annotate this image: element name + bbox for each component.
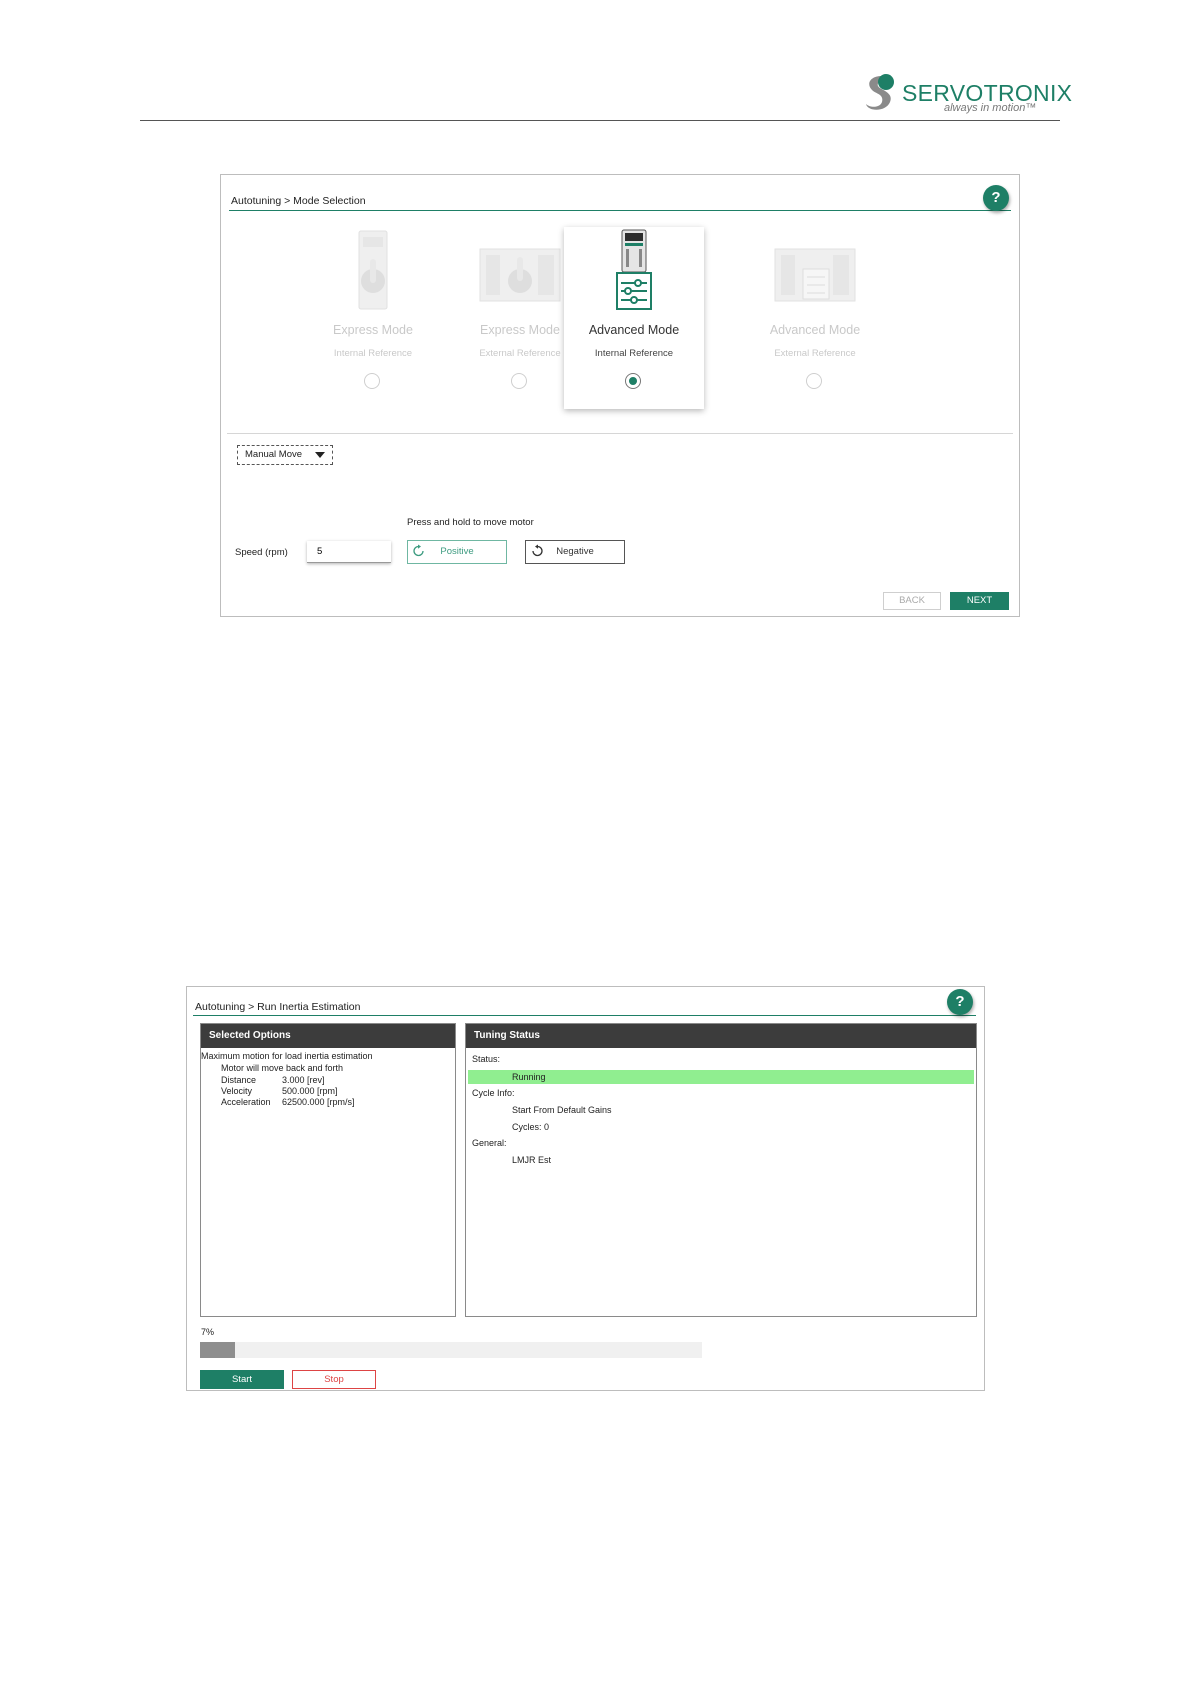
option-value: 62500.000 [rpm/s] [282, 1097, 355, 1107]
radio-dot-icon [629, 377, 637, 385]
mode-title: Advanced Mode [769, 323, 861, 337]
options-line-1: Maximum motion for load inertia estimati… [201, 1051, 373, 1061]
servotronix-logo-icon [866, 74, 894, 110]
option-label: Velocity [221, 1086, 253, 1096]
progress-percent: 7% [201, 1327, 215, 1337]
negative-jog-button[interactable]: Negative [525, 540, 625, 564]
progress-fill [200, 1342, 235, 1358]
section-divider [227, 433, 1013, 434]
general-value: LMJR Est [512, 1155, 552, 1165]
breadcrumb-underline [229, 210, 1011, 211]
breadcrumb: Autotuning > Mode Selection [231, 195, 366, 207]
mode-title: Express Mode [333, 323, 413, 337]
mode-radio-selected[interactable] [625, 373, 641, 389]
tuning-status-title: Tuning Status [466, 1024, 976, 1048]
options-line-2: Motor will move back and forth [221, 1063, 344, 1073]
status-label: Status: [472, 1054, 501, 1064]
brand-tagline: always in motion™ [944, 102, 1037, 114]
start-button[interactable]: Start [200, 1370, 284, 1389]
mode-title: Advanced Mode [588, 323, 680, 337]
selected-options-box: Selected Options Maximum motion for load… [200, 1023, 456, 1317]
hold-hint: Press and hold to move motor [407, 517, 534, 528]
progress-bar [200, 1342, 702, 1358]
negative-label: Negative [556, 546, 594, 557]
drive-rack-hand-icon [479, 248, 561, 302]
help-button[interactable]: ? [983, 185, 1009, 211]
caret-down-icon [315, 452, 325, 458]
mode-radio[interactable] [364, 373, 380, 389]
tuning-status-box: Tuning Status Status: Running Cycle Info… [465, 1023, 977, 1317]
drive-rack-sliders-icon [774, 248, 856, 302]
positive-label: Positive [440, 546, 474, 557]
speed-label: Speed (rpm) [235, 547, 288, 558]
cycle-info-line-2: Cycles: 0 [512, 1122, 550, 1132]
cycle-info-label: Cycle Info: [472, 1088, 515, 1098]
move-type-dropdown[interactable]: Manual Move [237, 445, 333, 465]
selected-options-title: Selected Options [201, 1024, 455, 1048]
breadcrumb: Autotuning > Run Inertia Estimation [195, 1001, 361, 1013]
option-label: Distance [221, 1075, 257, 1085]
mode-radio[interactable] [511, 373, 527, 389]
mode-subtitle: Internal Reference [594, 348, 674, 359]
rotate-cw-icon [413, 544, 424, 557]
drive-sliders-icon [616, 229, 652, 310]
next-button[interactable]: NEXT [950, 592, 1009, 610]
breadcrumb-underline [193, 1015, 976, 1016]
stop-button[interactable]: Stop [292, 1370, 376, 1389]
inertia-estimation-panel: Autotuning > Run Inertia Estimation ? Se… [186, 986, 985, 1391]
option-value: 3.000 [rev] [282, 1075, 325, 1085]
mode-card-advanced-external[interactable]: Advanced Mode External Reference [745, 227, 885, 409]
header-divider [140, 120, 1060, 121]
mode-selection-panel: Autotuning > Mode Selection ? Express Mo… [220, 174, 1020, 617]
servotronix-logo: SERVOTRONIX always in motion™ [858, 72, 1072, 118]
mode-subtitle: External Reference [774, 348, 856, 359]
option-label: Acceleration [221, 1097, 271, 1107]
option-value: 500.000 [rpm] [282, 1086, 338, 1096]
mode-card-advanced-internal[interactable]: Advanced Mode Internal Reference [564, 227, 704, 409]
mode-card-express-internal[interactable]: Express Mode Internal Reference [303, 227, 443, 409]
dropdown-value: Manual Move [245, 449, 303, 460]
status-value: Running [512, 1072, 546, 1082]
speed-input[interactable] [307, 541, 391, 563]
mode-subtitle: Internal Reference [333, 348, 413, 359]
cycle-info-line-1: Start From Default Gains [512, 1105, 612, 1115]
positive-jog-button[interactable]: Positive [407, 540, 507, 564]
back-button[interactable]: BACK [883, 592, 941, 610]
general-label: General: [472, 1138, 507, 1148]
drive-hand-icon [358, 230, 388, 310]
help-button[interactable]: ? [947, 989, 973, 1015]
mode-radio[interactable] [806, 373, 822, 389]
rotate-ccw-icon [532, 544, 543, 557]
